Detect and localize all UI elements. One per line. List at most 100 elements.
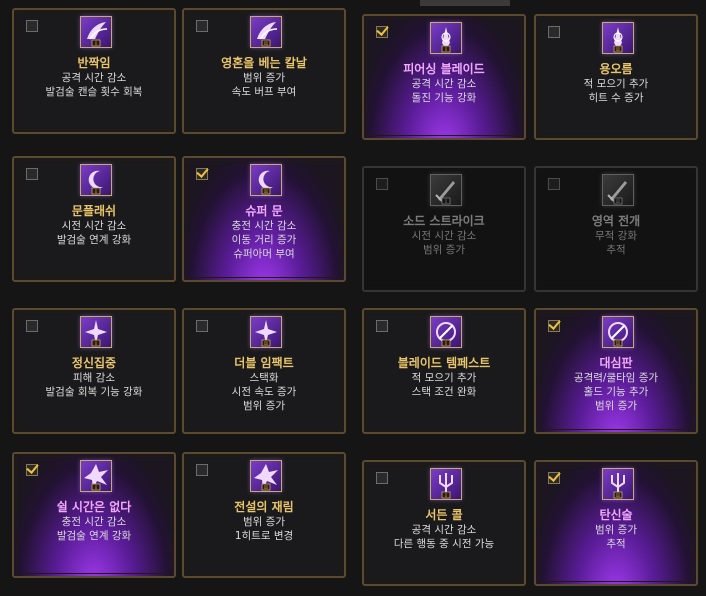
trident-icon: II [602,468,634,500]
skill-checkbox[interactable] [196,20,208,32]
skill-description: 범위 증가 속도 버프 부여 [184,71,344,99]
skill-checkbox[interactable] [376,26,388,38]
skill-title: 영역 전개 [591,214,641,228]
skill-description: 공격 시간 감소 다른 행동 중 시전 가능 [364,523,524,551]
skill-checkbox[interactable] [196,464,208,476]
sword-icon: II [602,174,634,206]
skill-description: 피해 감소발검술 회복 기능 강화 [14,371,174,399]
skill-title: 피어싱 블레이드 [403,62,485,76]
svg-text:II: II [616,493,620,499]
svg-text:I: I [95,41,97,47]
wing-icon: I [80,16,112,48]
skill-description: 시전 시간 감소 범위 증가 [364,229,524,257]
skill-title: 전설의 재림 [234,500,294,514]
skill-description: 공격 시간 감소 돌진 기능 강화 [364,77,524,105]
svg-text:II: II [616,199,620,205]
svg-text:I: I [445,341,447,347]
blade-icon: I [430,22,462,54]
skill-card[interactable]: II 대심판 공격력/쿨타임 증가 홀드 기능 추가 범위 증가 [534,308,698,434]
top-strip [420,0,510,6]
skill-checkbox[interactable] [548,26,560,38]
skill-card[interactable]: I 피어싱 블레이드 공격 시간 감소 돌진 기능 강화 [362,14,526,140]
skill-checkbox[interactable] [26,20,38,32]
skill-card[interactable]: II 슈퍼 문 충전 시간 감소 이동 거리 증가 슈퍼아머 부여 [182,156,346,282]
skill-card[interactable]: II 더블 임팩트 스택화 시전 속도 증가 범위 증가 [182,308,346,434]
sword-icon: I [430,174,462,206]
skill-title: 용오름 [599,62,633,76]
moon-icon: I [80,164,112,196]
skill-description-line: 히트 수 증가 [588,92,644,104]
skill-checkbox[interactable] [548,320,560,332]
skill-checkbox[interactable] [196,320,208,332]
burst-icon: I [80,460,112,492]
skill-title: 블레이드 템페스트 [397,356,491,370]
skill-description-line: 범위 증가 [595,400,637,412]
star-icon: II [250,316,282,348]
skill-card[interactable]: II 전설의 재림범위 증가 1히트로 변경 [182,452,346,578]
skill-title: 서든 콜 [425,508,463,522]
skill-card[interactable]: II 영혼을 베는 칼날 범위 증가 속도 버프 부여 [182,8,346,134]
skill-card[interactable]: I 정신집중 피해 감소 발검술 회복 기능 강화 [12,308,176,434]
skill-card[interactable]: I 문플래쉬 시전 시간 감소 발검술 연계 강화 [12,156,176,282]
skill-description-line: 1히트로 변경 [234,530,294,542]
skill-card[interactable]: I 서든 콜 공격 시간 감소 다른 행동 중 시전 가능 [362,460,526,586]
skill-checkbox[interactable] [26,168,38,180]
skill-description-line: 발검술 연계 강화 [56,234,132,246]
skill-description-line: 피해 감소 [73,372,115,384]
skill-description: 충전 시간 감소 이동 거리 증가 슈퍼아머 부여 [184,219,344,261]
svg-text:I: I [95,485,97,491]
skill-checkbox[interactable] [376,472,388,484]
skill-description: 범위 증가 추적 [536,523,696,551]
trident-icon: I [430,468,462,500]
skill-description-line: 이동 거리 증가 [231,234,297,246]
skill-card[interactable]: II 탄신술 범위 증가 추적 [534,460,698,586]
skill-description-line: 발검술 회복 기능 강화 [45,386,143,398]
skill-title: 소드 스트라이크 [403,214,485,228]
skill-title: 문플래쉬 [71,204,117,218]
skill-card[interactable]: I 블레이드 템페스트적 모으기 추가스택 조건 완화 [362,308,526,434]
skill-description-line: 발검술 캔슬 횟수 회복 [45,86,143,98]
skill-description-line: 적 모으기 추가 [411,372,477,384]
skill-checkbox[interactable] [376,178,388,190]
skill-description-line: 범위 증가 [243,516,285,528]
skill-checkbox[interactable] [26,320,38,332]
skill-description: 시전 시간 감소 발검술 연계 강화 [14,219,174,247]
skill-checkbox[interactable] [196,168,208,180]
skill-checkbox[interactable] [548,472,560,484]
skill-description-line: 범위 증가 [595,524,637,536]
skill-description-line: 돌진 기능 강화 [411,92,477,104]
svg-text:I: I [445,47,447,53]
skill-card[interactable]: I 쉴 시간은 없다 충전 시간 감소 발검술 연계 강화 [12,452,176,578]
skill-description-line: 발검술 연계 강화 [56,530,132,542]
svg-text:II: II [264,485,268,491]
skill-checkbox[interactable] [548,178,560,190]
skill-card[interactable]: I 반짝임 공격 시간 감소 발검술 캔슬 횟수 회복 [12,8,176,134]
skill-description-line: 공격력/쿨타임 증가 [573,372,659,384]
skill-description: 적 모으기 추가스택 조건 완화 [364,371,524,399]
tempest-icon: I [430,316,462,348]
skill-description-line: 시전 속도 증가 [231,386,297,398]
skill-card[interactable]: II 용오름 적 모으기 추가 히트 수 증가 [534,14,698,140]
skill-card[interactable]: II 영역 전개 무적 강화 추적 [534,166,698,292]
skill-description-line: 속도 버프 부여 [231,86,297,98]
skill-description: 범위 증가 1히트로 변경 [184,515,344,543]
skill-checkbox[interactable] [26,464,38,476]
skill-description: 적 모으기 추가 히트 수 증가 [536,77,696,105]
skill-description: 무적 강화 추적 [536,229,696,257]
skill-description-line: 범위 증가 [243,400,285,412]
skill-description-line: 다른 행동 중 시전 가능 [393,538,495,550]
skill-description: 스택화 시전 속도 증가 범위 증가 [184,371,344,413]
skill-description-line: 무적 강화 [595,230,637,242]
skill-title: 슈퍼 문 [245,204,283,218]
skill-title: 탄신술 [599,508,633,522]
skill-description: 충전 시간 감소 발검술 연계 강화 [14,515,174,543]
skill-title: 영혼을 베는 칼날 [221,56,307,70]
skill-card[interactable]: I 소드 스트라이크 시전 시간 감소 범위 증가 [362,166,526,292]
wing-icon: II [250,16,282,48]
skill-description-line: 슈퍼아머 부여 [233,248,295,260]
skill-checkbox[interactable] [376,320,388,332]
skill-title: 더블 임팩트 [234,356,294,370]
svg-text:II: II [264,189,268,195]
star-icon: I [80,316,112,348]
skill-description-line: 스택 조건 완화 [411,386,477,398]
